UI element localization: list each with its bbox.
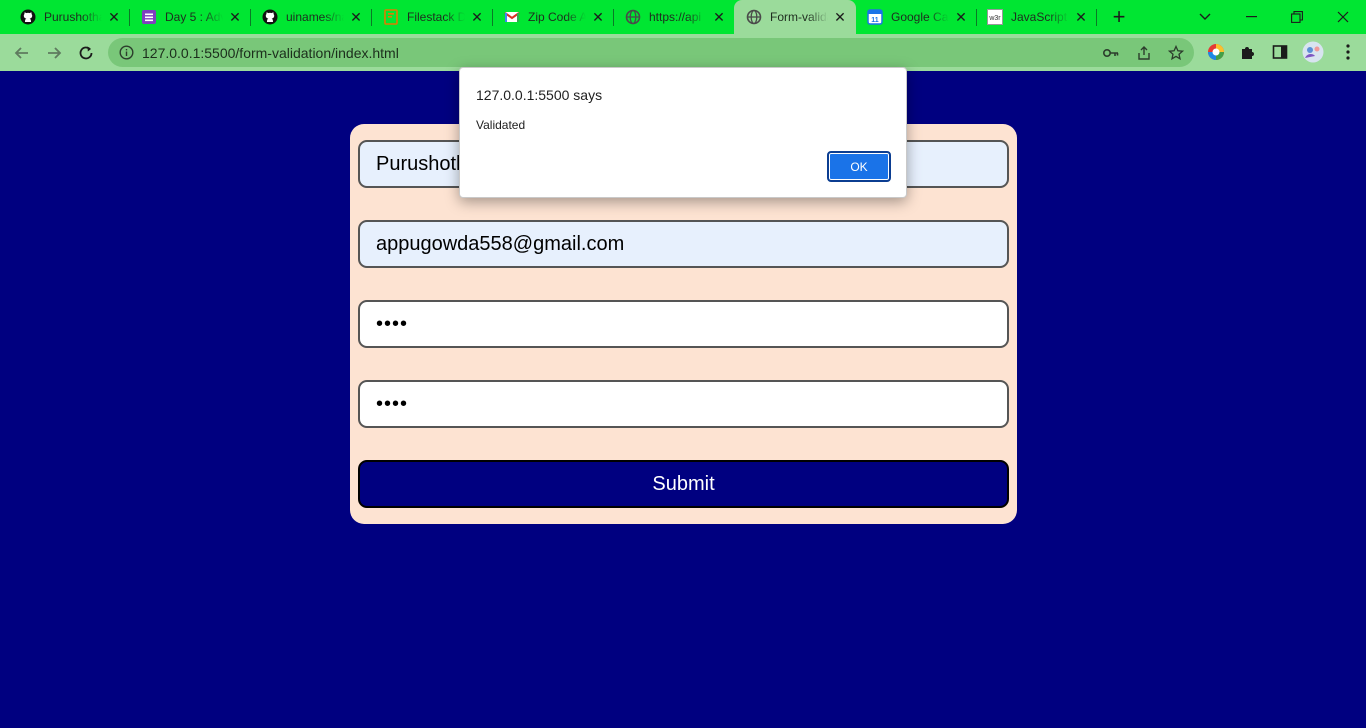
color-extension-icon[interactable] xyxy=(1206,42,1226,62)
tab-zipcode[interactable]: Zip Code API ✕ xyxy=(484,0,614,34)
tab-title: Form-validation xyxy=(770,10,828,24)
filestack-icon xyxy=(383,9,399,25)
reload-icon xyxy=(79,46,93,60)
tab-day5[interactable]: Day 5 : Advanced ✕ xyxy=(121,0,251,34)
close-tab-icon[interactable]: ✕ xyxy=(591,10,605,24)
password-input[interactable]: •••• xyxy=(358,300,1009,348)
tab-title: JavaScript xyxy=(1011,10,1068,24)
github-icon xyxy=(20,9,36,25)
extensions-puzzle-icon[interactable] xyxy=(1238,42,1258,62)
side-panel-icon[interactable] xyxy=(1270,42,1290,62)
tab-uinames[interactable]: uinames/names ✕ xyxy=(242,0,372,34)
site-info-icon[interactable] xyxy=(119,45,134,60)
doc-list-icon xyxy=(141,9,157,25)
calendar-icon: 11 xyxy=(867,9,883,25)
tab-title: Zip Code API xyxy=(528,10,586,24)
alert-message: Validated xyxy=(476,118,526,132)
tab-google-calendar[interactable]: 11 Google Calendar ✕ xyxy=(856,0,977,34)
tab-title: uinames/names xyxy=(286,10,344,24)
github-icon xyxy=(262,9,278,25)
tab-purushothaman[interactable]: Purushothaman ✕ xyxy=(0,0,130,34)
w3-icon: w3r xyxy=(987,9,1003,25)
tab-title: https://api xyxy=(649,10,702,24)
tab-title: Filestack Docs xyxy=(407,10,465,24)
address-bar[interactable]: 127.0.0.1:5500/form-validation/index.htm… xyxy=(108,38,1194,67)
bookmark-star-icon[interactable] xyxy=(1167,44,1185,62)
gmail-icon xyxy=(504,9,520,25)
minimize-button[interactable] xyxy=(1228,0,1274,34)
confirm-password-input[interactable]: •••• xyxy=(358,380,1009,428)
tab-title: Day 5 : Advanced xyxy=(165,10,223,24)
back-arrow-icon xyxy=(14,47,28,59)
reload-button[interactable] xyxy=(73,40,99,66)
globe-icon xyxy=(746,9,762,25)
browser-menu-icon[interactable] xyxy=(1338,42,1358,62)
key-icon[interactable] xyxy=(1102,44,1120,62)
tab-javascript[interactable]: w3r JavaScript ✕ xyxy=(977,0,1097,34)
alert-title: 127.0.0.1:5500 says xyxy=(476,87,603,103)
close-tab-icon[interactable]: ✕ xyxy=(833,10,847,24)
globe-icon xyxy=(625,9,641,25)
calendar-day-label: 11 xyxy=(871,17,879,24)
share-icon[interactable] xyxy=(1135,44,1153,62)
browser-toolbar: 127.0.0.1:5500/form-validation/index.htm… xyxy=(0,34,1366,71)
url-text: 127.0.0.1:5500/form-validation/index.htm… xyxy=(142,45,399,61)
close-tab-icon[interactable]: ✕ xyxy=(107,10,121,24)
tab-separator xyxy=(1096,9,1097,26)
tab-title: Purushothaman xyxy=(44,10,102,24)
restore-button[interactable] xyxy=(1274,0,1320,34)
tab-filestack[interactable]: Filestack Docs ✕ xyxy=(363,0,493,34)
close-tab-icon[interactable]: ✕ xyxy=(712,10,726,24)
close-tab-icon[interactable]: ✕ xyxy=(228,10,242,24)
w3-label: w3r xyxy=(988,15,1001,22)
submit-button[interactable]: Submit xyxy=(358,460,1009,508)
ok-button[interactable]: OK xyxy=(827,151,891,182)
back-button[interactable] xyxy=(9,40,35,66)
close-tab-icon[interactable]: ✕ xyxy=(470,10,484,24)
close-tab-icon[interactable]: ✕ xyxy=(349,10,363,24)
tab-form-validation[interactable]: Form-validation ✕ xyxy=(734,0,856,34)
new-tab-button[interactable]: + xyxy=(1108,6,1130,29)
profile-avatar[interactable] xyxy=(1301,40,1325,64)
forward-arrow-icon xyxy=(48,47,62,59)
email-input[interactable]: appugowda558@gmail.com xyxy=(358,220,1009,268)
forward-button[interactable] xyxy=(41,40,67,66)
close-window-button[interactable] xyxy=(1320,0,1366,34)
alert-dialog: 127.0.0.1:5500 says Validated OK xyxy=(459,67,907,198)
tab-search-icon[interactable] xyxy=(1182,0,1228,34)
tab-api[interactable]: https://api ✕ xyxy=(605,0,735,34)
close-tab-icon[interactable]: ✕ xyxy=(954,10,968,24)
close-tab-icon[interactable]: ✕ xyxy=(1074,10,1088,24)
tab-strip: Purushothaman ✕ Day 5 : Advanced ✕ uinam… xyxy=(0,0,1366,34)
tab-title: Google Calendar xyxy=(891,10,949,24)
